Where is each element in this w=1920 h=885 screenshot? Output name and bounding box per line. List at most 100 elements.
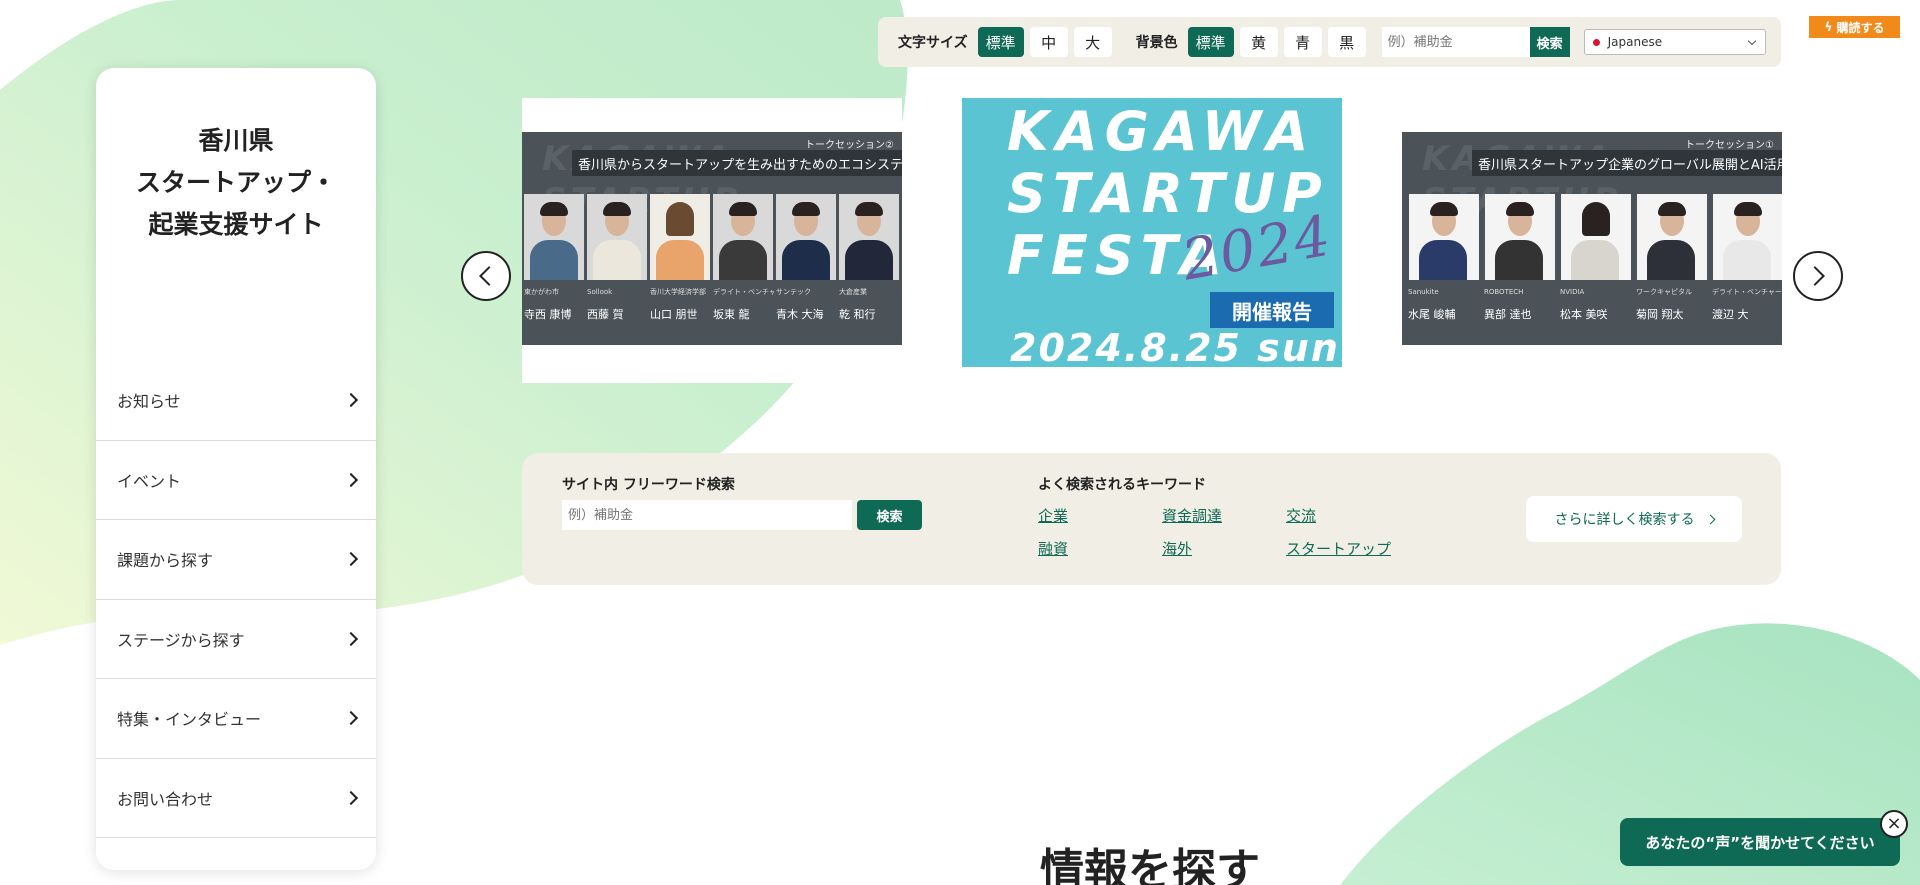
slide-title: 香川県からスタートアップを生み出すためのエコシステム作り	[572, 150, 902, 176]
speaker-org: 東かがわ市	[524, 288, 559, 296]
speaker-photo	[712, 194, 773, 280]
speaker-photo	[523, 194, 584, 280]
chevron-right-icon	[343, 393, 359, 408]
sidebar-item-by-stage[interactable]: ステージから探す	[96, 600, 376, 679]
carousel-slide-talk-session-2[interactable]: KAGAWASTARTUP トークセッション② 香川県からスタートアップを生み出…	[522, 98, 902, 383]
speaker: Sanukite 水尾 峻輔	[1406, 194, 1482, 322]
speaker: デライト・ベンチャーズ 坂東 龍	[711, 194, 774, 322]
accessibility-toolbar: 文字サイズ 標準 中 大 背景色 標準 黄 青 黒 検索 Japanese	[878, 17, 1781, 67]
advanced-search-button[interactable]: さらに詳しく検索する	[1526, 496, 1742, 542]
speaker: Sollook 西藤 賀	[585, 194, 648, 322]
bg-color-label: 背景色	[1135, 35, 1178, 51]
speaker: 香川大学経済学部 山口 朋世	[648, 194, 711, 322]
keyword-link[interactable]: 資金調達	[1162, 505, 1286, 526]
sidebar-item-by-issue[interactable]: 課題から探す	[96, 520, 376, 600]
bg-color-blue-button[interactable]: 青	[1283, 27, 1322, 57]
font-size-large-button[interactable]: 大	[1073, 27, 1112, 57]
carousel-prev-button[interactable]	[461, 251, 511, 301]
sidebar-item-label: 課題から探す	[117, 551, 214, 571]
speaker-list: Sanukite 水尾 峻輔 ROBOTECH 異部 達也 NVIDIA 松本 …	[1406, 194, 1782, 322]
sidebar-item-label: お問い合わせ	[117, 789, 214, 809]
speaker-name: 坂東 龍	[713, 308, 750, 321]
chevron-down-icon	[1747, 36, 1756, 46]
speaker: 東かがわ市 寺西 康博	[522, 194, 585, 322]
site-search-title: サイト内 フリーワード検索	[562, 477, 735, 493]
carousel-slide-talk-session-1[interactable]: KAGAWASTARTUP トークセッション① 香川県スタートアップ企業のグロー…	[1402, 98, 1782, 348]
keyword-link[interactable]: 融資	[1038, 538, 1162, 559]
feedback-button[interactable]: あなたの“声”を聞かせてください	[1620, 818, 1900, 866]
bg-color-yellow-button[interactable]: 黄	[1239, 27, 1278, 57]
speaker-org: ワークキャピタル	[1636, 288, 1692, 296]
sidebar-item-label: 特集・インタビュー	[117, 710, 262, 730]
japan-flag-icon	[1592, 38, 1600, 46]
language-select-value: Japanese	[1607, 35, 1663, 49]
header-search-input[interactable]	[1381, 27, 1530, 57]
sidebar-item-label: お知らせ	[117, 392, 181, 412]
subscribe-label: 購読する	[1836, 20, 1885, 35]
speaker-name: 異部 達也	[1484, 308, 1532, 321]
speaker: 大倉産業 乾 和行	[837, 194, 900, 322]
sidebar-item-features[interactable]: 特集・インタビュー	[96, 679, 376, 759]
speaker-name: 菊岡 翔太	[1636, 308, 1684, 321]
subscribe-button[interactable]: ϟ 購読する	[1809, 16, 1900, 38]
speaker: デライト・ベンチャーズ 渡辺 大	[1710, 194, 1782, 322]
speaker-name: 松本 美咲	[1560, 308, 1608, 321]
site-search-panel: サイト内 フリーワード検索 検索 よく検索されるキーワード 企業 資金調達 交流…	[522, 453, 1781, 585]
speaker-org: Sollook	[587, 288, 613, 296]
font-size-standard-button[interactable]: 標準	[977, 27, 1024, 57]
sidebar-item-contact[interactable]: お問い合わせ	[96, 759, 376, 838]
keyword-link[interactable]: 海外	[1162, 538, 1286, 559]
speaker-photo	[838, 194, 899, 280]
speaker-name: 水尾 峻輔	[1408, 308, 1456, 321]
site-search-input[interactable]	[562, 500, 852, 530]
sidebar: 香川県 スタートアップ・ 起業支援サイト お知らせ イベント 課題から探す ステ…	[96, 68, 376, 870]
sidebar-item-events[interactable]: イベント	[96, 441, 376, 520]
site-title-line-2: スタートアップ・	[135, 168, 336, 197]
site-title[interactable]: 香川県 スタートアップ・ 起業支援サイト	[96, 120, 376, 246]
header-search-button[interactable]: 検索	[1529, 27, 1570, 57]
speaker-photo	[1409, 194, 1479, 280]
speaker-org: NVIDIA	[1560, 288, 1585, 296]
speaker: ROBOTECH 異部 達也	[1482, 194, 1558, 322]
sidebar-nav: お知らせ イベント 課題から探す ステージから探す 特集・インタビュー お問い合…	[96, 361, 376, 838]
site-title-line-3: 起業支援サイト	[148, 210, 324, 239]
speaker-list: 東かがわ市 寺西 康博 Sollook 西藤 賀 香川大学経済学部 山口 朋世 …	[522, 194, 900, 322]
speaker-photo	[649, 194, 710, 280]
chevron-right-icon	[343, 631, 359, 646]
speaker-photo	[1713, 194, 1782, 280]
keyword-link[interactable]: 交流	[1286, 505, 1410, 526]
carousel-next-button[interactable]	[1793, 251, 1843, 301]
chevron-right-icon	[343, 790, 359, 805]
speaker-org: ROBOTECH	[1484, 288, 1524, 296]
slide-session-label: トークセッション①	[1685, 140, 1774, 151]
close-icon[interactable]: ×	[1880, 810, 1908, 838]
speaker-photo	[1561, 194, 1631, 280]
speaker-photo	[1637, 194, 1707, 280]
keyword-link[interactable]: スタートアップ	[1286, 538, 1410, 559]
speaker-name: 寺西 康博	[524, 308, 572, 321]
sidebar-item-label: イベント	[117, 471, 182, 491]
font-size-label: 文字サイズ	[898, 35, 968, 51]
bg-color-black-button[interactable]: 黒	[1327, 27, 1366, 57]
slide-session-label: トークセッション②	[805, 140, 894, 151]
speaker: ワークキャピタル 菊岡 翔太	[1634, 194, 1710, 322]
site-search-button[interactable]: 検索	[857, 500, 922, 530]
carousel-slide-festa-2024[interactable]: KAGAWA STARTUP FESTA 2024 開催報告 2024.8.25…	[962, 98, 1342, 367]
speaker-org: デライト・ベンチャーズ	[713, 288, 774, 296]
chevron-right-icon	[343, 472, 359, 487]
font-size-medium-button[interactable]: 中	[1029, 27, 1068, 57]
site-title-line-1: 香川県	[198, 126, 274, 155]
bg-color-standard-button[interactable]: 標準	[1187, 27, 1234, 57]
speaker-org: 香川大学経済学部	[650, 288, 706, 296]
speaker-name: 乾 和行	[839, 308, 876, 321]
festa-report-badge: 開催報告	[1210, 292, 1334, 328]
popular-keywords-list: 企業 資金調達 交流 融資 海外 スタートアップ	[1038, 505, 1410, 559]
keyword-link[interactable]: 企業	[1038, 505, 1162, 526]
lightning-icon: ϟ	[1824, 20, 1833, 34]
speaker-org: 大倉産業	[839, 288, 867, 296]
speaker-org: デライト・ベンチャーズ	[1712, 288, 1782, 296]
language-select[interactable]: Japanese	[1583, 29, 1766, 55]
chevron-right-icon	[1705, 514, 1715, 524]
sidebar-item-label: ステージから探す	[117, 630, 245, 650]
sidebar-item-news[interactable]: お知らせ	[96, 361, 376, 441]
